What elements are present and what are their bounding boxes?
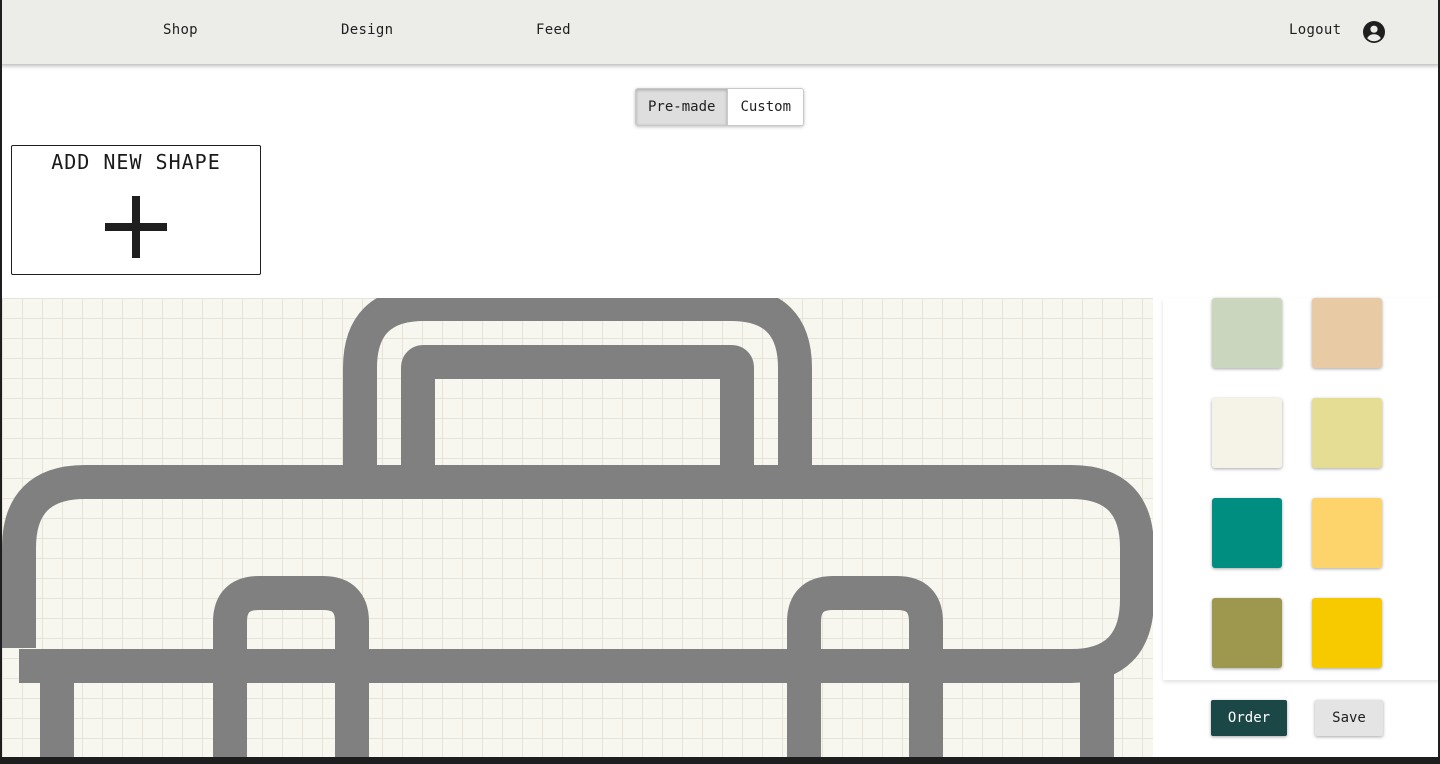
color-swatch-light-khaki[interactable] <box>1312 398 1382 468</box>
shape-mode-toggle: Pre-made Custom <box>635 88 805 126</box>
logout-link[interactable]: Logout <box>1289 22 1341 38</box>
color-swatch-olive[interactable] <box>1212 598 1282 668</box>
account-circle-icon[interactable] <box>1362 20 1386 44</box>
premade-toggle-button[interactable]: Pre-made <box>636 89 729 125</box>
shape-outline[interactable] <box>2 298 1153 757</box>
color-swatch-light-orange[interactable] <box>1312 498 1382 568</box>
color-swatch-yellow[interactable] <box>1312 598 1382 668</box>
plus-icon <box>105 196 167 258</box>
save-button[interactable]: Save <box>1315 700 1383 736</box>
top-navbar: Shop Design Feed Logout <box>0 0 1440 64</box>
color-swatch-sage[interactable] <box>1212 298 1282 368</box>
add-new-shape-title: ADD NEW SHAPE <box>51 150 221 174</box>
color-swatch-peach[interactable] <box>1312 298 1382 368</box>
color-swatch-teal[interactable] <box>1212 498 1282 568</box>
nav-design-link[interactable]: Design <box>341 22 393 38</box>
color-swatch-cream[interactable] <box>1212 398 1282 468</box>
design-canvas[interactable] <box>2 298 1153 757</box>
nav-feed-link[interactable]: Feed <box>536 22 571 38</box>
add-new-shape-card[interactable]: ADD NEW SHAPE <box>11 145 261 275</box>
order-button[interactable]: Order <box>1211 700 1287 736</box>
custom-toggle-button[interactable]: Custom <box>728 89 804 125</box>
color-palette <box>1163 298 1440 680</box>
nav-shop-link[interactable]: Shop <box>163 22 198 38</box>
